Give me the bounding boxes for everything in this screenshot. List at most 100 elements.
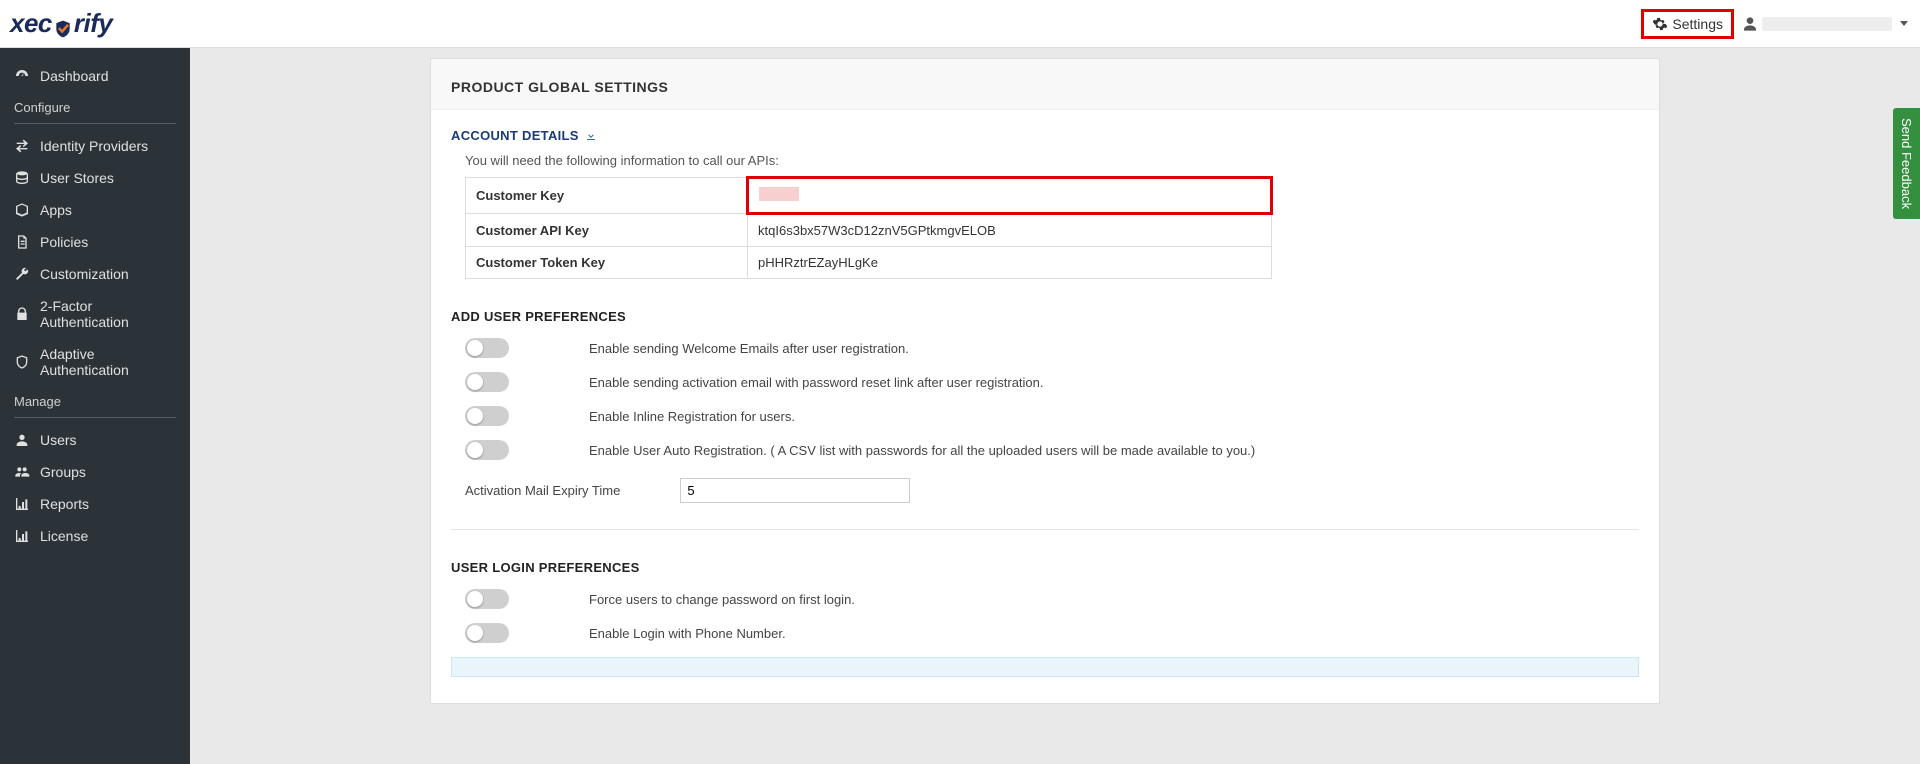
topbar: xec rify Settings [0, 0, 1920, 48]
sidebar-item-adaptive-auth[interactable]: Adaptive Authentication [0, 338, 190, 386]
toggle-auto-registration[interactable] [465, 440, 509, 460]
divider [14, 417, 176, 418]
sidebar-item-label: License [40, 528, 88, 544]
pref-desc: Enable User Auto Registration. ( A CSV l… [589, 443, 1255, 458]
add-user-prefs-header: ADD USER PREFERENCES [451, 309, 1639, 324]
table-row: Customer API Key ktqI6s3bx57W3cD12znV5GP… [466, 214, 1272, 247]
user-name [1762, 17, 1892, 31]
pref-desc: Enable sending Welcome Emails after user… [589, 341, 909, 356]
pref-row: Enable Login with Phone Number. [465, 623, 1639, 643]
redacted-value [759, 187, 799, 201]
pref-row: Enable User Auto Registration. ( A CSV l… [465, 440, 1639, 460]
settings-label: Settings [1672, 16, 1723, 32]
sidebar-item-label: Groups [40, 464, 86, 480]
sidebar-item-label: Apps [40, 202, 72, 218]
expiry-label: Activation Mail Expiry Time [465, 483, 620, 498]
account-details-header: ACCOUNT DETAILS [451, 128, 1639, 143]
sidebar-item-label: Identity Providers [40, 138, 148, 154]
activation-expiry-input[interactable] [680, 478, 910, 503]
table-row: Customer Token Key pHHRztrEZayHLgKe [466, 247, 1272, 279]
account-details-table: Customer Key Customer API Key ktqI6s3bx5… [465, 176, 1273, 279]
sidebar-item-label: Policies [40, 234, 88, 250]
sidebar-item-label: Customization [40, 266, 129, 282]
user-menu[interactable] [1742, 16, 1908, 32]
sidebar-item-2fa[interactable]: 2-Factor Authentication [0, 290, 190, 338]
swap-icon [14, 138, 30, 154]
sidebar-item-user-stores[interactable]: User Stores [0, 162, 190, 194]
pref-row: Enable sending activation email with pas… [465, 372, 1639, 392]
table-row: Customer Key [466, 178, 1272, 214]
database-icon [14, 170, 30, 186]
dashboard-icon [14, 68, 30, 84]
topbar-right: Settings [1641, 9, 1908, 39]
sidebar-item-dashboard[interactable]: Dashboard [0, 60, 190, 92]
toggle-welcome-emails[interactable] [465, 338, 509, 358]
package-icon [14, 202, 30, 218]
sidebar-item-customization[interactable]: Customization [0, 258, 190, 290]
chart-icon [14, 496, 30, 512]
sidebar-item-label: User Stores [40, 170, 114, 186]
sidebar-item-license[interactable]: License [0, 520, 190, 552]
divider [451, 529, 1639, 530]
sidebar-item-label: 2-Factor Authentication [40, 298, 176, 330]
sidebar-item-apps[interactable]: Apps [0, 194, 190, 226]
toggle-force-password-change[interactable] [465, 589, 509, 609]
chevron-down-icon [1900, 21, 1908, 26]
expiry-row: Activation Mail Expiry Time [465, 478, 1639, 503]
panel-body: ACCOUNT DETAILS You will need the follow… [431, 110, 1659, 703]
customer-token-key-value: pHHRztrEZayHLgKe [748, 247, 1272, 279]
wrench-icon [14, 266, 30, 282]
shield-outline-icon [14, 354, 30, 370]
document-icon [14, 234, 30, 250]
feedback-label: Send Feedback [1899, 118, 1914, 209]
toggle-phone-login[interactable] [465, 623, 509, 643]
customer-api-key-value: ktqI6s3bx57W3cD12znV5GPtkmgvELOB [748, 214, 1272, 247]
toggle-activation-email[interactable] [465, 372, 509, 392]
pref-desc: Enable sending activation email with pas… [589, 375, 1044, 390]
users-icon [14, 464, 30, 480]
sidebar-item-users[interactable]: Users [0, 424, 190, 456]
pref-desc: Force users to change password on first … [589, 592, 855, 607]
login-prefs-header: USER LOGIN PREFERENCES [451, 560, 1639, 575]
gear-icon [1652, 16, 1668, 32]
send-feedback-button[interactable]: Send Feedback [1893, 108, 1920, 219]
lock-icon [14, 306, 30, 322]
user-icon [1742, 16, 1758, 32]
settings-button[interactable]: Settings [1641, 9, 1734, 39]
sidebar-item-identity-providers[interactable]: Identity Providers [0, 130, 190, 162]
account-details-label: ACCOUNT DETAILS [451, 128, 579, 143]
cell-label: Customer Token Key [466, 247, 748, 279]
sidebar-section-manage: Manage [0, 386, 190, 415]
logo-text-right: rify [74, 8, 112, 39]
pref-row: Enable sending Welcome Emails after user… [465, 338, 1639, 358]
pref-desc: Enable Inline Registration for users. [589, 409, 795, 424]
main-content: PRODUCT GLOBAL SETTINGS ACCOUNT DETAILS … [190, 48, 1920, 764]
shield-icon [53, 15, 73, 37]
sidebar-item-groups[interactable]: Groups [0, 456, 190, 488]
sidebar-item-label: Reports [40, 496, 89, 512]
download-icon[interactable] [585, 130, 597, 142]
chart-icon [14, 528, 30, 544]
page-title: PRODUCT GLOBAL SETTINGS [431, 59, 1659, 110]
cell-label: Customer API Key [466, 214, 748, 247]
user-icon [14, 432, 30, 448]
customer-key-value [748, 178, 1272, 214]
logo[interactable]: xec rify [10, 8, 112, 39]
sidebar-item-reports[interactable]: Reports [0, 488, 190, 520]
cell-label: Customer Key [466, 178, 748, 214]
settings-panel: PRODUCT GLOBAL SETTINGS ACCOUNT DETAILS … [430, 58, 1660, 704]
logo-text-left: xec [10, 8, 52, 39]
sidebar-section-configure: Configure [0, 92, 190, 121]
divider [14, 123, 176, 124]
sidebar: Dashboard Configure Identity Providers U… [0, 48, 190, 764]
toggle-inline-registration[interactable] [465, 406, 509, 426]
pref-desc: Enable Login with Phone Number. [589, 626, 786, 641]
sidebar-item-policies[interactable]: Policies [0, 226, 190, 258]
info-banner [451, 657, 1639, 677]
sidebar-item-label: Adaptive Authentication [40, 346, 176, 378]
pref-row: Enable Inline Registration for users. [465, 406, 1639, 426]
sidebar-item-label: Dashboard [40, 68, 109, 84]
pref-row: Force users to change password on first … [465, 589, 1639, 609]
sidebar-item-label: Users [40, 432, 77, 448]
account-details-help: You will need the following information … [465, 153, 1639, 168]
